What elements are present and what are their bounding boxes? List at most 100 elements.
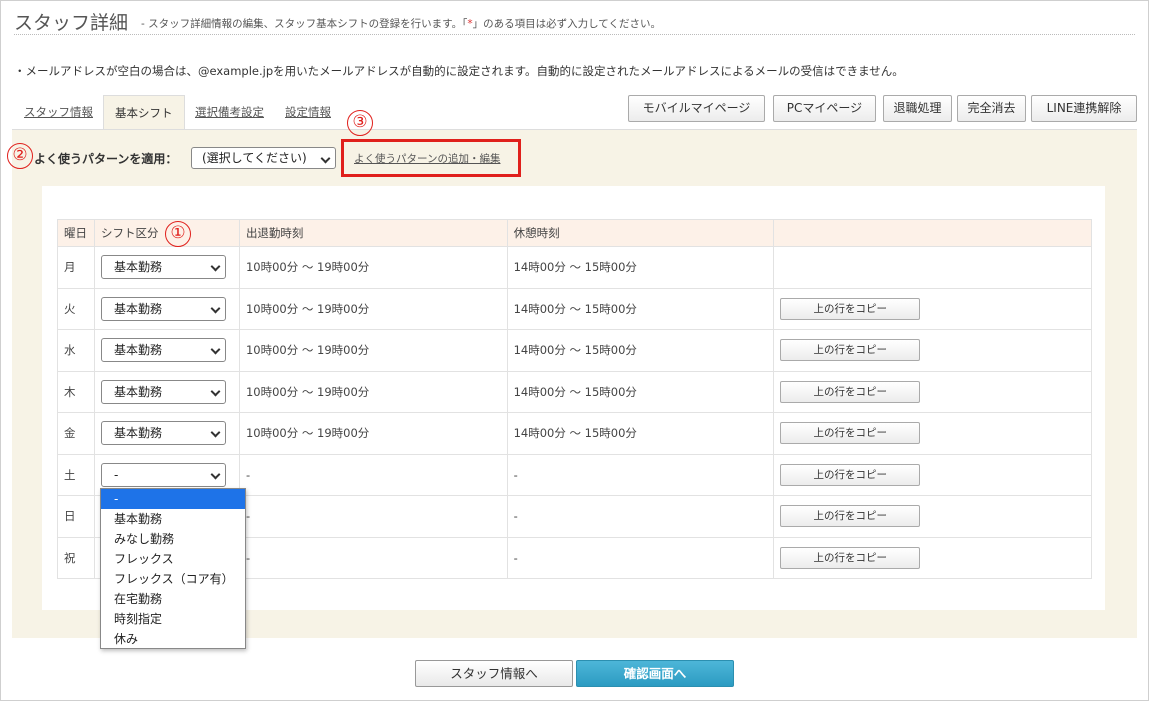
shift-select-value: 基本勤務 [113,343,162,358]
day-cell: 土 [57,453,95,496]
page-subtitle: - スタッフ詳細情報の編集、スタッフ基本シフトの登録を行います。「*」のある項目… [141,16,661,31]
shift-select-value: 基本勤務 [113,301,162,316]
email-notice: ・メールアドレスが空白の場合は、@example.jpを用いたメールアドレスが自… [14,64,904,78]
tab-settings-info[interactable]: 設定情報 [285,95,331,129]
chevron-down-icon [210,427,221,438]
day-cell: 金 [57,412,95,455]
action-cell: 上の行をコピー [773,412,1092,455]
table-header-row: 曜日 シフト区分 出退勤時刻 休憩時刻 [57,219,1092,247]
tab-basic-shift[interactable]: 基本シフト [103,95,185,129]
table-row: 木 基本勤務 10時00分 ～ 19時00分 14時00分 ～ 15時00分 上… [57,370,1092,413]
break-time-cell: 14時00分 ～ 15時00分 [506,287,775,330]
copy-row-button[interactable]: 上の行をコピー [780,505,921,528]
dropdown-option[interactable]: 基本勤務 [101,509,245,529]
tab-remarks-settings[interactable]: 選択備考設定 [195,95,264,129]
break-time-cell: 14時00分 ～ 15時00分 [506,246,775,289]
shift-select[interactable]: 基本勤務 [100,255,226,280]
confirm-button[interactable]: 確認画面へ [576,660,734,687]
copy-row-button[interactable]: 上の行をコピー [780,422,921,445]
pattern-edit-link[interactable]: よく使うパターンの追加・編集 [354,151,500,166]
page-title: スタッフ詳細 [14,12,129,34]
chevron-down-icon [210,469,221,480]
copy-row-button[interactable]: 上の行をコピー [780,297,921,320]
work-time-cell: 10時00分 ～ 19時00分 [238,370,508,413]
shift-cell: 基本勤務 [93,246,240,289]
work-time-cell: 10時00分 ～ 19時00分 [238,287,508,330]
chevron-down-icon [320,153,331,164]
annotation-marker-3: ③ [347,110,373,136]
shift-cell: 基本勤務 [93,370,240,413]
retire-button[interactable]: 退職処理 [883,95,952,122]
subtitle-text: - スタッフ詳細情報の編集、スタッフ基本シフトの登録を行います。「 [141,18,468,30]
pattern-select[interactable]: (選択してください) [191,147,336,169]
action-cell [773,246,1092,289]
back-to-staff-info-button[interactable]: スタッフ情報へ [415,660,573,687]
dropdown-option[interactable]: フレックス [101,549,245,569]
work-time-cell: - [238,495,508,538]
action-cell: 上の行をコピー [773,495,1092,538]
chevron-down-icon [210,386,221,397]
break-time-cell: - [506,453,775,496]
shift-select[interactable]: 基本勤務 [100,379,226,404]
work-time-cell: 10時00分 ～ 19時00分 [238,329,508,372]
shift-type-dropdown: - 基本勤務 みなし勤務 フレックス フレックス（コア有） 在宅勤務 時刻指定 … [100,488,246,649]
break-time-cell: 14時00分 ～ 15時00分 [506,329,775,372]
copy-row-button[interactable]: 上の行をコピー [780,463,921,486]
work-time-cell: - [238,536,508,579]
header-actions [773,219,1092,247]
annotation-marker-1: ① [165,221,191,247]
table-row: 金 基本勤務 10時00分 ～ 19時00分 14時00分 ～ 15時00分 上… [57,412,1092,455]
table-row: 火 基本勤務 10時00分 ～ 19時00分 14時00分 ～ 15時00分 上… [57,287,1092,330]
dropdown-option[interactable]: フレックス（コア有） [101,569,245,589]
shift-select[interactable]: 基本勤務 [100,421,226,446]
break-time-cell: 14時00分 ～ 15時00分 [506,370,775,413]
shift-select[interactable]: 基本勤務 [100,296,226,321]
break-time-cell: - [506,536,775,579]
action-cell: 上の行をコピー [773,329,1092,372]
action-cell: 上の行をコピー [773,370,1092,413]
table-row: 月 基本勤務 10時00分 ～ 19時00分 14時00分 ～ 15時00分 [57,246,1092,289]
page-header: スタッフ詳細 - スタッフ詳細情報の編集、スタッフ基本シフトの登録を行います。「… [14,8,1135,35]
shift-select-value: 基本勤務 [113,426,162,441]
dropdown-option[interactable]: 在宅勤務 [101,589,245,609]
copy-row-button[interactable]: 上の行をコピー [780,339,921,362]
pattern-select-value: (選択してください) [202,151,307,165]
shift-select[interactable]: 基本勤務 [100,338,226,363]
shift-select-value: 基本勤務 [113,384,162,399]
tab-staff-info[interactable]: スタッフ情報 [24,95,93,129]
delete-completely-button[interactable]: 完全消去 [957,95,1026,122]
shift-cell: 基本勤務 [93,329,240,372]
break-time-cell: 14時00分 ～ 15時00分 [506,412,775,455]
pattern-label: よく使うパターンを適用： [34,152,178,166]
day-cell: 日 [57,495,95,538]
chevron-down-icon [210,344,221,355]
work-time-cell: - [238,453,508,496]
chevron-down-icon [210,303,221,314]
table-row: 水 基本勤務 10時00分 ～ 19時00分 14時00分 ～ 15時00分 上… [57,329,1092,372]
dropdown-option[interactable]: 休み [101,629,245,649]
dropdown-option[interactable]: みなし勤務 [101,529,245,549]
header-work-time: 出退勤時刻 [238,219,508,247]
dropdown-option-selected[interactable]: - [101,489,245,509]
header-break-time: 休憩時刻 [506,219,775,247]
day-cell: 祝 [57,536,95,579]
copy-row-button[interactable]: 上の行をコピー [780,546,921,569]
line-unlink-button[interactable]: LINE連携解除 [1031,95,1137,122]
day-cell: 水 [57,329,95,372]
chevron-down-icon [210,261,221,272]
day-cell: 月 [57,246,95,289]
shift-select[interactable]: - [100,462,226,487]
shift-cell: 基本勤務 [93,287,240,330]
break-time-cell: - [506,495,775,538]
pc-mypage-button[interactable]: PCマイページ [773,95,876,122]
dropdown-option[interactable]: 時刻指定 [101,609,245,629]
annotation-marker-2: ② [7,143,33,169]
work-time-cell: 10時00分 ～ 19時00分 [238,412,508,455]
action-cell: 上の行をコピー [773,536,1092,579]
mobile-mypage-button[interactable]: モバイルマイページ [628,95,765,122]
action-cell: 上の行をコピー [773,287,1092,330]
day-cell: 木 [57,370,95,413]
header-day: 曜日 [57,219,95,247]
copy-row-button[interactable]: 上の行をコピー [780,380,921,403]
work-time-cell: 10時00分 ～ 19時00分 [238,246,508,289]
